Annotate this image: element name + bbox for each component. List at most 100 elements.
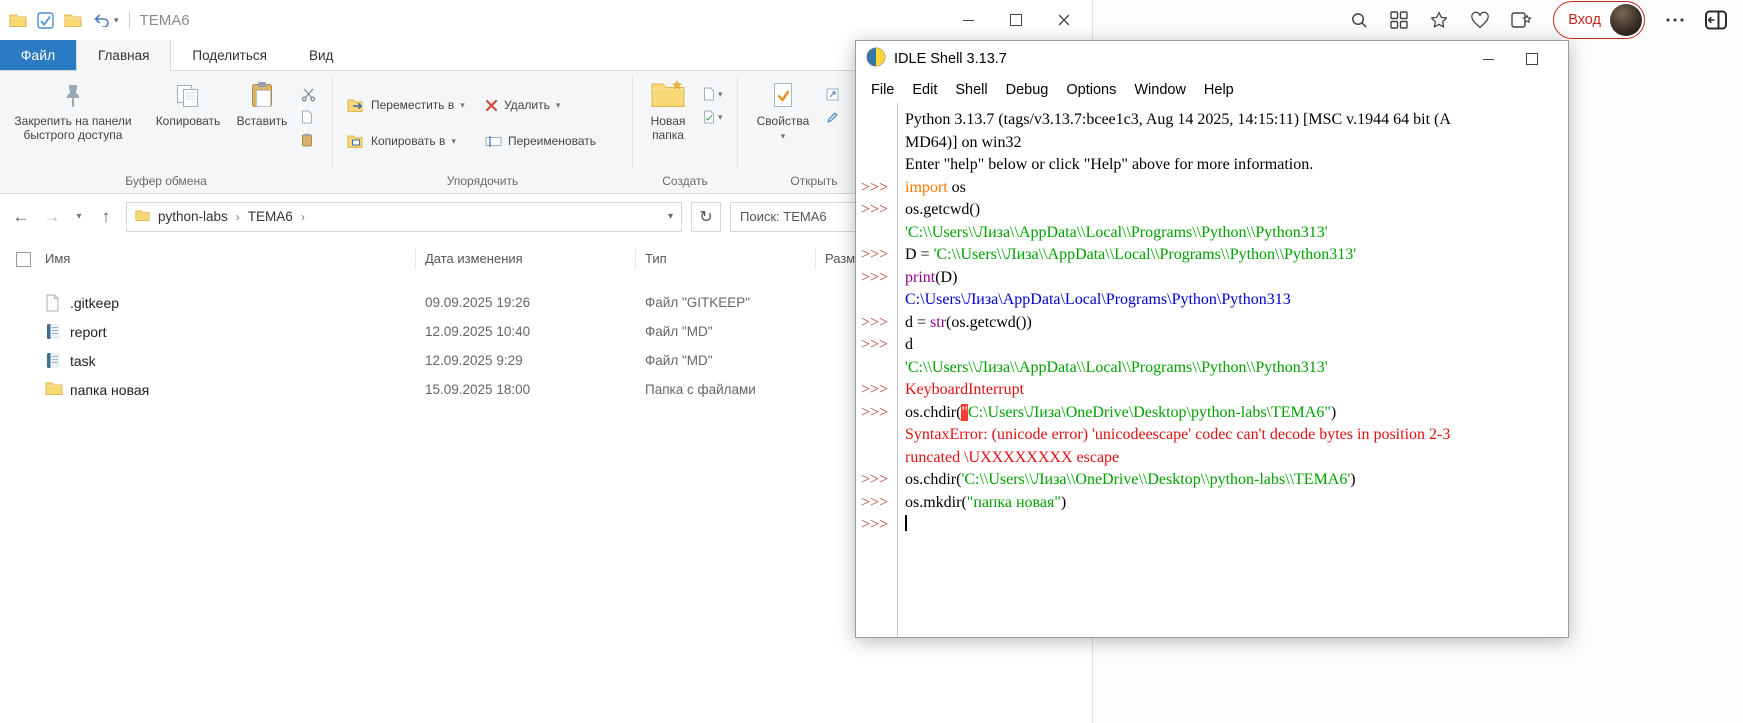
file-date: 12.09.2025 9:29: [425, 353, 523, 368]
favorites-star-icon[interactable]: [1429, 10, 1449, 30]
shell-prompt: >>>: [856, 334, 897, 357]
folder-icon: [45, 381, 63, 398]
idle-menu-window[interactable]: Window: [1125, 82, 1195, 98]
shell-text[interactable]: [897, 514, 907, 537]
shell-text[interactable]: runcated \UXXXXXXXX escape: [897, 447, 1119, 470]
edit-button[interactable]: [826, 109, 839, 125]
new-folder-button[interactable]: Новаяпапка: [636, 79, 700, 142]
shell-prompt: >>>: [856, 267, 897, 290]
tab-file[interactable]: Файл: [0, 40, 76, 70]
shell-text[interactable]: Enter "help" below or click "Help" above…: [897, 154, 1313, 177]
new-folder-label-2: папка: [652, 128, 684, 142]
paste-button[interactable]: Вставить: [229, 79, 295, 128]
maximize-button[interactable]: [992, 0, 1040, 40]
address-input[interactable]: python-labs › ТЕМА6 › ▾: [126, 202, 682, 232]
recent-locations-icon[interactable]: ▾: [72, 211, 86, 222]
shell-prompt: >>>: [856, 244, 897, 267]
browser-essentials-heart-icon[interactable]: [1470, 11, 1490, 29]
copy-button[interactable]: Копировать: [147, 79, 229, 128]
copy-path-button[interactable]: [301, 109, 316, 125]
pin-to-quick-access-button[interactable]: Закрепить на панелибыстрого доступа: [2, 79, 144, 142]
column-header-type[interactable]: Тип: [645, 251, 667, 266]
shell-text[interactable]: SyntaxError: (unicode error) 'unicodeesc…: [897, 424, 1450, 447]
sidebar-toggle-icon[interactable]: [1705, 10, 1727, 30]
shell-text[interactable]: KeyboardInterrupt: [897, 379, 1024, 402]
idle-menu-file[interactable]: File: [862, 82, 903, 98]
idle-menu-shell[interactable]: Shell: [946, 82, 996, 98]
delete-icon: [485, 99, 498, 112]
signin-button[interactable]: Вход: [1553, 1, 1645, 39]
column-separator[interactable]: [815, 249, 816, 269]
paste-shortcut-button[interactable]: [301, 132, 316, 148]
collections-icon[interactable]: [1511, 11, 1532, 29]
idle-titlebar[interactable]: IDLE Shell 3.13.7: [856, 41, 1568, 77]
file-date: 09.09.2025 19:26: [425, 295, 530, 310]
open-small-buttons: [826, 86, 839, 125]
tab-view[interactable]: Вид: [288, 40, 354, 70]
copy-to-button[interactable]: Копировать в▾: [347, 129, 456, 153]
column-separator[interactable]: [415, 249, 416, 269]
idle-maximize-button[interactable]: [1510, 41, 1554, 77]
shell-prompt: [856, 222, 897, 245]
breadcrumb-tema6[interactable]: ТЕМА6: [248, 209, 293, 224]
undo-quick-icon[interactable]: [92, 13, 110, 27]
shell-text[interactable]: os.mkdir("папка новая"): [897, 492, 1066, 515]
shell-text[interactable]: print(D): [897, 267, 957, 290]
properties-quick-icon[interactable]: [37, 12, 54, 29]
select-all-checkbox[interactable]: [16, 252, 31, 267]
idle-menubar: FileEditShellDebugOptionsWindowHelp: [856, 77, 1568, 103]
search-text: Поиск: ТЕМА6: [740, 209, 827, 224]
profile-avatar[interactable]: [1610, 4, 1642, 36]
idle-menu-debug[interactable]: Debug: [997, 82, 1058, 98]
column-header-name[interactable]: Имя: [45, 251, 70, 266]
shell-text[interactable]: os.getcwd(): [897, 199, 980, 222]
forward-button[interactable]: →: [41, 207, 63, 227]
column-header-date[interactable]: Дата изменения: [425, 251, 523, 266]
close-button[interactable]: [1040, 0, 1088, 40]
search-icon[interactable]: [1350, 11, 1369, 30]
shell-line: Enter "help" below or click "Help" above…: [856, 154, 1568, 177]
more-options-icon[interactable]: [1666, 18, 1684, 22]
rename-icon: [485, 135, 502, 148]
shell-text[interactable]: import os: [897, 177, 966, 200]
up-button[interactable]: ↑: [95, 207, 117, 227]
breadcrumb-python-labs[interactable]: python-labs: [158, 209, 228, 224]
delete-button[interactable]: Удалить▾: [485, 93, 560, 117]
shell-text[interactable]: MD64)] on win32: [897, 132, 1021, 155]
shell-prompt: >>>: [856, 199, 897, 222]
rename-button[interactable]: Переименовать: [485, 129, 596, 153]
properties-icon: [771, 79, 795, 109]
shell-text[interactable]: d: [897, 334, 913, 357]
idle-shell-window: IDLE Shell 3.13.7 FileEditShellDebugOpti…: [855, 40, 1569, 638]
idle-menu-edit[interactable]: Edit: [903, 82, 946, 98]
shell-text[interactable]: 'C:\\Users\\Лиза\\AppData\\Local\\Progra…: [897, 222, 1328, 245]
open-button[interactable]: [826, 86, 839, 102]
shell-text[interactable]: 'C:\\Users\\Лиза\\AppData\\Local\\Progra…: [897, 357, 1328, 380]
address-dropdown-icon[interactable]: ▾: [668, 211, 673, 222]
qat-customize-icon[interactable]: ▾: [114, 15, 119, 26]
apps-grid-icon[interactable]: [1390, 11, 1408, 29]
new-item-button[interactable]: ▾: [703, 86, 723, 102]
tab-share[interactable]: Поделиться: [171, 40, 288, 70]
shell-text[interactable]: D = 'C:\\Users\\Лиза\\AppData\\Local\\Pr…: [897, 244, 1356, 267]
cut-button[interactable]: [301, 86, 316, 102]
tab-home[interactable]: Главная: [76, 40, 171, 71]
column-separator[interactable]: [635, 249, 636, 269]
shell-text[interactable]: Python 3.13.7 (tags/v3.13.7:bcee1c3, Aug…: [897, 109, 1451, 132]
shell-text[interactable]: os.chdir('C:\\Users\\Лиза\\OneDrive\\Des…: [897, 469, 1356, 492]
shell-text[interactable]: d = str(os.getcwd()): [897, 312, 1032, 335]
properties-button[interactable]: Свойства▾: [750, 79, 816, 143]
idle-shell-content[interactable]: Python 3.13.7 (tags/v3.13.7:bcee1c3, Aug…: [856, 103, 1568, 637]
idle-menu-help[interactable]: Help: [1195, 82, 1243, 98]
back-button[interactable]: ←: [10, 207, 32, 227]
new-folder-quick-icon[interactable]: [64, 13, 82, 27]
minimize-button[interactable]: [944, 0, 992, 40]
shell-line: MD64)] on win32: [856, 132, 1568, 155]
refresh-button[interactable]: ↻: [691, 202, 721, 232]
idle-minimize-button[interactable]: [1466, 41, 1510, 77]
idle-menu-options[interactable]: Options: [1057, 82, 1125, 98]
move-to-button[interactable]: Переместить в▾: [347, 93, 465, 117]
shell-text[interactable]: C:\Users\Лиза\AppData\Local\Programs\Pyt…: [897, 289, 1291, 312]
shell-text[interactable]: os.chdir("C:\Users\Лиза\OneDrive\Desktop…: [897, 402, 1336, 425]
easy-access-button[interactable]: ▾: [703, 109, 723, 125]
